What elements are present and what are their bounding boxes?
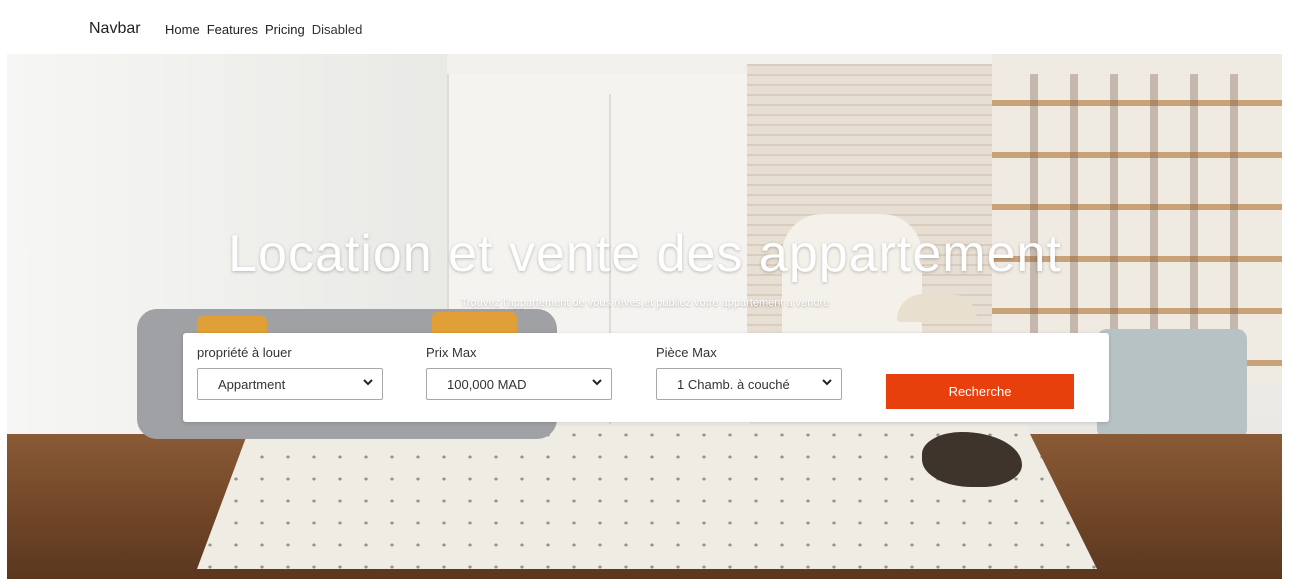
max-rooms-select[interactable]: 1 Chamb. à couché	[656, 368, 842, 400]
max-price-select[interactable]: 100,000 MAD	[426, 368, 612, 400]
chevron-down-icon	[592, 379, 602, 386]
max-price-value: 100,000 MAD	[447, 377, 527, 392]
property-type-field: propriété à louer Appartment	[197, 345, 383, 400]
property-type-label: propriété à louer	[197, 345, 292, 360]
nav-link-home[interactable]: Home	[165, 22, 200, 37]
max-rooms-value: 1 Chamb. à couché	[677, 377, 790, 392]
property-type-value: Appartment	[218, 377, 286, 392]
nav-link-disabled: Disabled	[311, 22, 363, 37]
max-price-field: Prix Max 100,000 MAD	[426, 345, 612, 400]
chevron-down-icon	[363, 379, 373, 386]
nav-link-pricing[interactable]: Pricing	[265, 22, 305, 37]
hero-armchair	[1097, 329, 1247, 439]
max-rooms-label: Pièce Max	[656, 345, 717, 360]
hero-subtitle: Trouvez l'appartement de vous rèves,et p…	[460, 297, 830, 309]
navbar-links: Home Features Pricing Disabled	[165, 22, 362, 37]
navbar: Navbar Home Features Pricing Disabled	[0, 0, 1290, 54]
max-price-label: Prix Max	[426, 345, 477, 360]
chevron-down-icon	[822, 379, 832, 386]
nav-link-features[interactable]: Features	[207, 22, 258, 37]
property-type-select[interactable]: Appartment	[197, 368, 383, 400]
search-panel: propriété à louer Appartment Prix Max 10…	[183, 333, 1109, 422]
hero-background-image	[7, 54, 1282, 579]
max-rooms-field: Pièce Max 1 Chamb. à couché	[656, 345, 842, 400]
navbar-brand[interactable]: Navbar	[89, 20, 141, 38]
search-button[interactable]: Recherche	[886, 374, 1074, 409]
hero-title: Location et vente des appartement	[228, 225, 1062, 283]
